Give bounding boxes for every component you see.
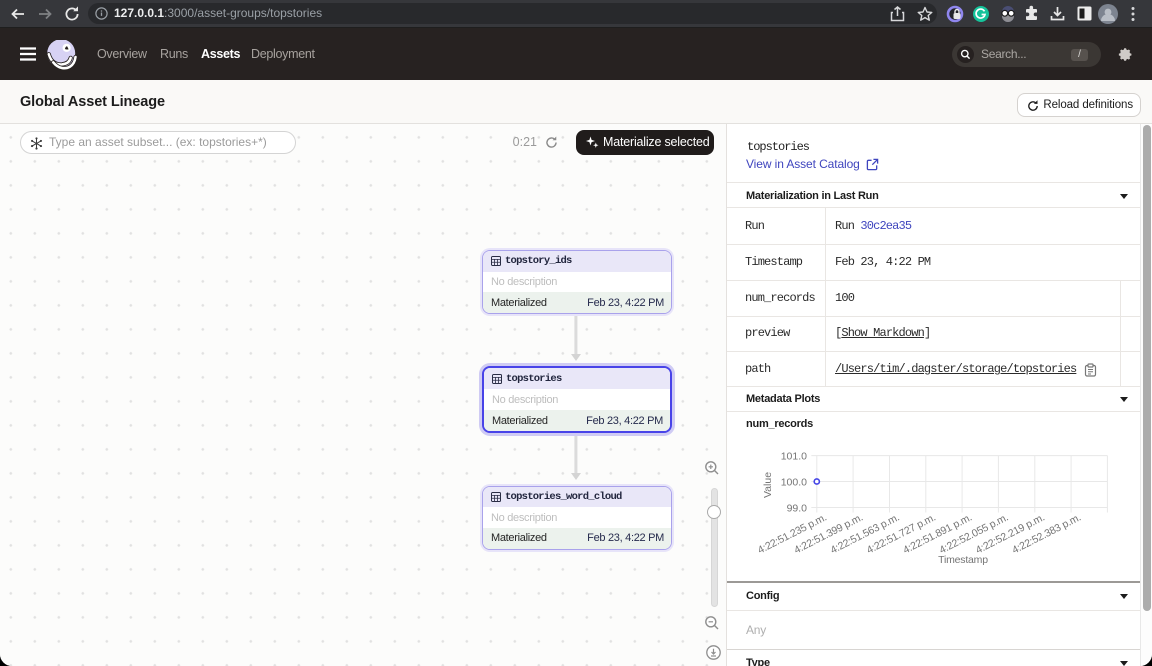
svg-text:Value: Value — [762, 472, 774, 498]
svg-text:Timestamp: Timestamp — [938, 554, 988, 566]
svg-text:101.0: 101.0 — [781, 451, 807, 463]
svg-text:99.0: 99.0 — [787, 503, 808, 515]
svg-text:100.0: 100.0 — [781, 477, 807, 489]
